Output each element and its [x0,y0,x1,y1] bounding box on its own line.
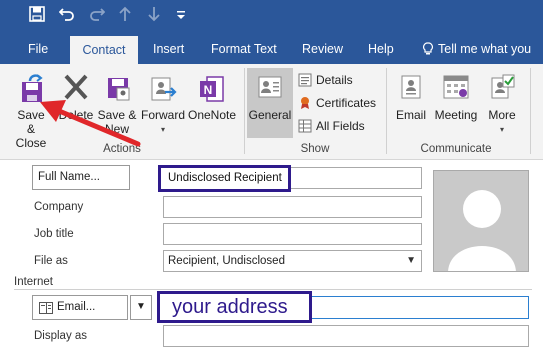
more-dropdown-icon[interactable]: ▾ [482,125,522,134]
email-button-label: Email... [57,301,96,313]
title-bar [0,0,543,34]
meeting-button[interactable]: Meeting [432,68,480,138]
certificates-button[interactable]: Certificates [298,93,380,113]
company-input[interactable] [163,196,422,218]
company-label: Company [34,201,84,213]
tab-format-text[interactable]: Format Text [211,34,277,64]
job-title-input[interactable] [163,223,422,245]
all-fields-icon [298,119,312,133]
address-book-icon [39,302,53,314]
show-group-label: Show [300,143,330,155]
general-button[interactable]: General [247,68,293,138]
onenote-label: OneNote [187,108,237,122]
certificate-icon [301,97,309,109]
general-label: General [248,108,292,122]
tab-review[interactable]: Review [302,34,343,64]
file-as-label: File as [34,255,68,267]
details-label: Details [316,73,353,87]
red-arrow-annotation [40,100,141,147]
section-divider [14,289,532,290]
calendar-icon [443,75,469,99]
group-separator [244,68,245,154]
all-fields-button[interactable]: All Fields [298,116,378,136]
more-icon [491,74,515,99]
communicate-group-label: Communicate [420,143,492,155]
arrow-down-icon[interactable] [146,6,162,26]
display-as-label: Display as [34,330,88,342]
save-icon[interactable] [28,6,46,26]
full-name-button[interactable]: Full Name... [32,165,130,190]
arrow-up-icon[interactable] [117,6,133,26]
certificates-label: Certificates [316,96,377,110]
chevron-down-icon: ▼ [406,255,416,266]
group-separator [530,68,531,154]
svg-text:N: N [204,83,213,97]
email-address-highlight: your address [157,291,312,323]
tell-me-search[interactable]: Tell me what you [438,34,531,64]
email-icon [401,75,421,99]
file-as-value: Recipient, Undisclosed [168,255,285,267]
meeting-label: Meeting [434,108,478,122]
onenote-icon: N [200,76,224,102]
internet-section-label: Internet [14,276,53,288]
all-fields-label: All Fields [316,119,365,133]
onenote-button[interactable]: N OneNote [186,68,238,138]
person-silhouette-icon [448,190,516,271]
full-name-highlight: Undisclosed Recipient [158,165,291,192]
redo-icon[interactable] [88,6,106,26]
email-button[interactable]: Email [390,68,432,138]
more-label: More [488,108,516,122]
email-label: Email [395,108,426,122]
more-button[interactable]: More ▾ [482,68,522,138]
chevron-down-icon: ▼ [136,301,146,312]
file-as-select[interactable]: Recipient, Undisclosed ▼ [163,250,422,272]
email-type-dropdown[interactable]: ▼ [130,295,152,320]
undo-icon[interactable] [58,6,76,26]
tab-help[interactable]: Help [368,34,394,64]
details-button[interactable]: Details [298,70,378,90]
group-separator [386,68,387,154]
contact-card-icon [258,76,282,98]
email-field-button[interactable]: Email... [32,295,128,320]
contact-photo[interactable] [433,170,529,272]
details-icon [298,73,312,87]
customize-qat-icon[interactable] [174,6,188,26]
job-title-label: Job title [34,228,74,240]
display-as-input[interactable] [163,325,529,347]
